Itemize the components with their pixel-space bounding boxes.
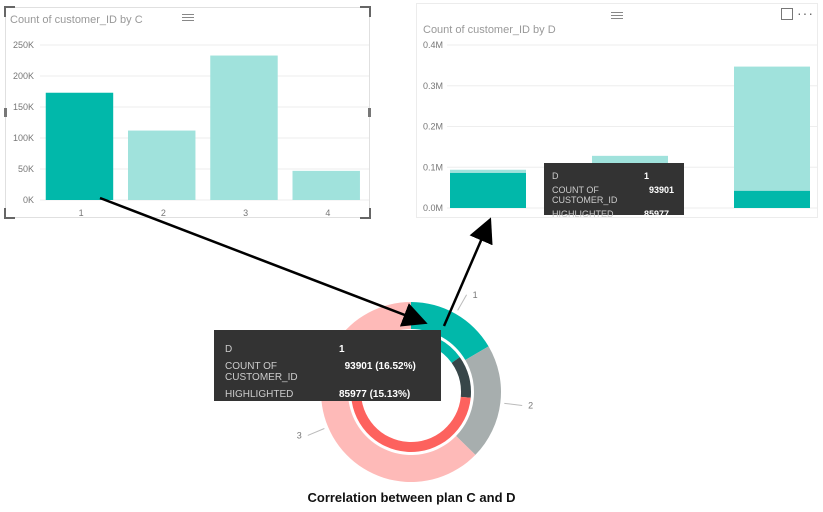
tooltip-value: 1 [644,171,650,181]
tooltip-chart-d: D1 COUNT OF CUSTOMER_ID 93901 HIGHLIGHTED… [544,163,684,219]
tooltip-row: COUNT OF CUSTOMER_ID 93901 [552,185,676,205]
tooltip-value: 93901 (16.52%) [344,361,416,372]
tooltip-donut: D1 COUNT OF CUSTOMER_ID 93901 (16.52%) HI… [214,330,441,401]
annotation-layer: 1 2 3 [99,196,533,482]
donut-leader-line [457,294,468,311]
donut-label: 1 [473,290,478,300]
tooltip-row: COUNT OF CUSTOMER_ID 93901 (16.52%) [225,361,431,383]
tooltip-value: 85977 [644,209,670,219]
tooltip-value: 93901 [648,185,674,195]
tooltip-value: 1 [339,344,345,355]
tooltip-value: 85977 (15.13%) [339,389,411,400]
tooltip-row: D1 [552,171,676,181]
tooltip-row: HIGHLIGHTED 85977 [552,209,676,219]
donut-leader-line [307,428,325,436]
arrow-c-to-donut [99,196,428,327]
donut-leader-line [504,402,523,407]
tooltip-key: D [225,344,233,355]
figure-caption: Correlation between plan C and D [307,490,516,505]
tooltip-key: COUNT OF CUSTOMER_ID [552,185,618,205]
donut-label: 3 [297,430,302,440]
donut-label: 2 [528,401,533,411]
tooltip-key: HIGHLIGHTED [552,209,614,219]
tooltip-key: HIGHLIGHTED [225,389,294,400]
arrow-donut-to-d [442,217,493,327]
tooltip-key: COUNT OF CUSTOMER_ID [225,361,298,383]
tooltip-row: HIGHLIGHTED 85977 (15.13%) [225,389,431,400]
tooltip-key: D [552,171,559,181]
tooltip-row: D1 [225,344,431,355]
